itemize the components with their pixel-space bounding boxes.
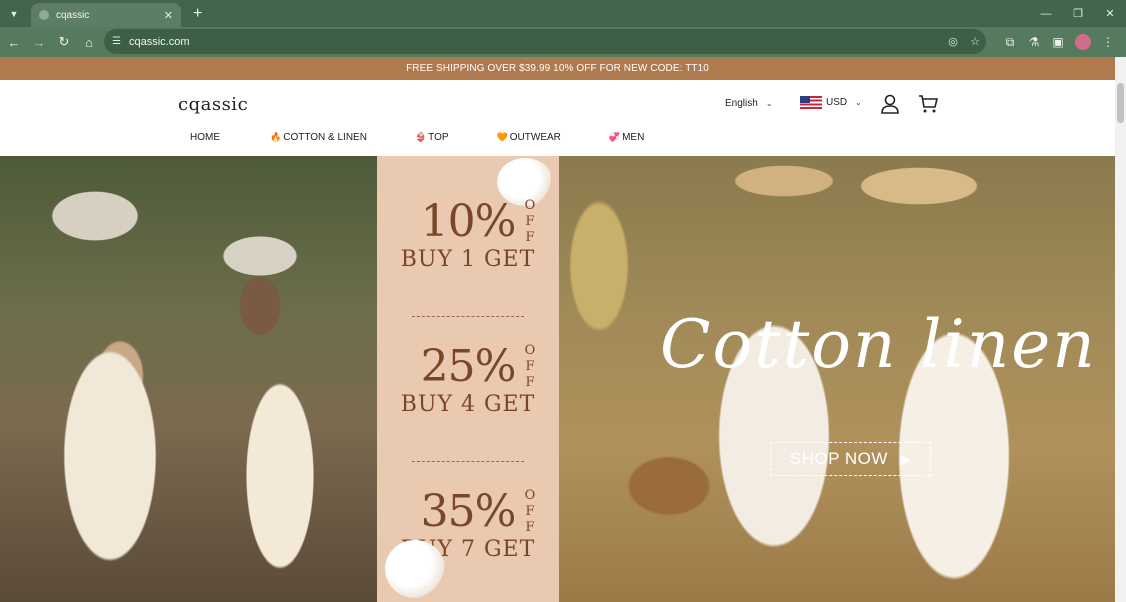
play-icon: ▶ (899, 450, 912, 467)
account-icon[interactable] (880, 94, 900, 114)
star-icon[interactable]: ☆ (964, 35, 986, 48)
lab-icon[interactable]: ⚗ (1022, 35, 1046, 49)
nav-item-cotton-linen[interactable]: 🔥 COTTON & LINEN (270, 132, 391, 143)
minimize-icon[interactable]: — (1030, 8, 1062, 20)
address-text[interactable]: cqassic.com (129, 36, 942, 48)
profile-icon[interactable] (1075, 34, 1091, 50)
us-flag-icon (800, 96, 822, 109)
offer-2: 25% BUY 4 GET OFF (377, 341, 559, 417)
address-bar[interactable]: ☰ cqassic.com ◎ ☆ (104, 29, 986, 54)
divider (412, 316, 524, 317)
language-selector[interactable]: English ⌄ (725, 98, 773, 109)
fire-icon: 🔥 (270, 132, 282, 142)
offer-panel: 10% BUY 1 GET OFF 25% BUY 4 GET OFF 35% … (377, 156, 559, 602)
hero-banner[interactable]: 10% BUY 1 GET OFF 25% BUY 4 GET OFF 35% … (0, 156, 1115, 602)
site-info-icon[interactable]: ☰ (112, 36, 121, 47)
hero-script-title: Cotton linen (660, 306, 1097, 383)
new-tab-icon[interactable]: + (193, 5, 202, 23)
offer-off: OFF (524, 488, 536, 535)
nav-item-men[interactable]: 💞 MEN (609, 132, 668, 143)
home-icon[interactable]: ⌂ (78, 35, 100, 50)
close-icon[interactable]: ✕ (164, 9, 173, 22)
offer-buy: BUY 4 GET (400, 392, 536, 417)
shop-now-label: SHOP NOW (789, 449, 888, 468)
offer-1: 10% BUY 1 GET OFF (377, 196, 559, 272)
menu-icon[interactable]: ⋮ (1096, 35, 1120, 49)
nav-item-outwear[interactable]: 🧡 OUTWEAR (497, 132, 585, 143)
reload-icon[interactable]: ↻ (53, 34, 75, 50)
cart-icon[interactable] (918, 94, 938, 114)
browser-tab[interactable]: cqassic ✕ (31, 3, 181, 27)
eye-off-icon[interactable]: ◎ (942, 35, 964, 48)
tab-title: cqassic (56, 9, 90, 21)
cotton-flower-icon (385, 540, 445, 598)
browser-toolbar: ← → ↻ ⌂ ☰ cqassic.com ◎ ☆ ⧉ ⚗ ▣ ⋮ (0, 27, 1126, 57)
back-icon[interactable]: ← (3, 35, 25, 50)
heart-icon: 🧡 (496, 132, 508, 142)
hero-photo-left (0, 156, 377, 602)
chevron-down-icon: ⌄ (855, 98, 862, 107)
restore-icon[interactable]: ❐ (1062, 7, 1094, 20)
divider (412, 461, 524, 462)
language-label: English (725, 98, 758, 109)
nav-item-home[interactable]: HOME (190, 132, 244, 143)
offer-buy: BUY 1 GET (400, 247, 536, 272)
currency-label: USD (826, 97, 848, 108)
scrollbar-thumb[interactable] (1117, 83, 1124, 123)
bikini-icon: 👙 (414, 132, 427, 142)
currency-selector[interactable]: USD ⌄ (800, 96, 862, 109)
browser-tab-bar: ▼ cqassic ✕ + — ❐ ✕ (0, 0, 1126, 27)
web-page: FREE SHIPPING OVER $39.99 10% OFF FOR NE… (0, 57, 1126, 602)
forward-icon[interactable]: → (28, 35, 50, 50)
sidebar-icon[interactable]: ▣ (1046, 35, 1070, 49)
site-logo[interactable]: cqassic (178, 94, 248, 115)
toolbar-actions: ⧉ ⚗ ▣ ⋮ (998, 30, 1120, 54)
promo-banner[interactable]: FREE SHIPPING OVER $39.99 10% OFF FOR NE… (0, 57, 1115, 80)
offer-off: OFF (524, 343, 536, 390)
nav-item-top[interactable]: 👙 TOP (415, 132, 473, 143)
window-close-icon[interactable]: ✕ (1094, 7, 1126, 20)
page-scrollbar[interactable] (1115, 57, 1126, 602)
hearts-icon: 💞 (608, 132, 621, 142)
window-controls: — ❐ ✕ (1030, 0, 1126, 27)
shop-now-button[interactable]: SHOP NOW ▶ (770, 442, 931, 476)
main-nav: HOME 🔥 COTTON & LINEN 👙 TOP 🧡 OUTWEAR 💞 MEN (190, 132, 692, 143)
tab-favicon (39, 10, 49, 20)
site-header: cqassic English ⌄ USD ⌄ HOME 🔥 COTTON & LIN… (0, 80, 1115, 156)
tab-search-icon[interactable]: ▼ (3, 3, 25, 25)
offer-off: OFF (524, 198, 536, 245)
extensions-icon[interactable]: ⧉ (998, 35, 1022, 50)
chevron-down-icon: ⌄ (765, 99, 773, 108)
